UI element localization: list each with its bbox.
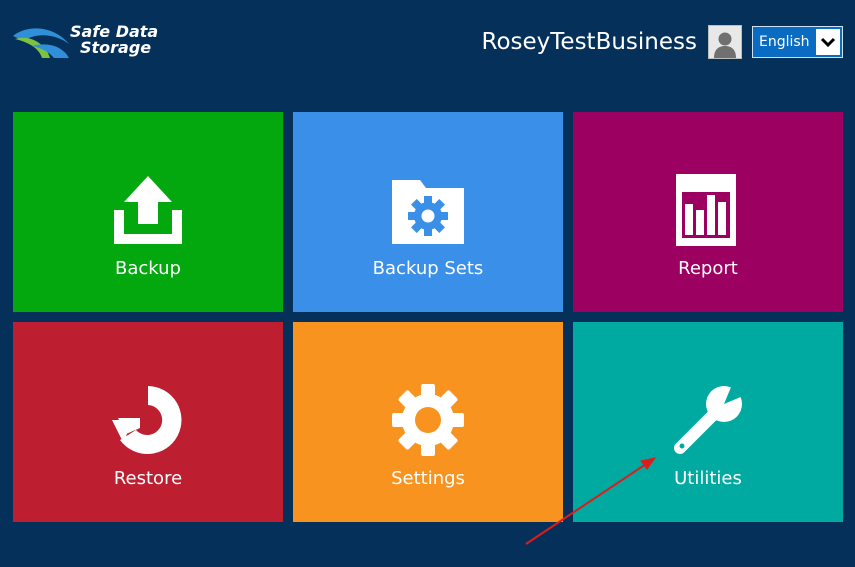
tile-backup-sets-label: Backup Sets	[372, 258, 484, 279]
tile-settings-label: Settings	[391, 468, 465, 489]
tile-utilities-label: Utilities	[674, 468, 742, 489]
tile-backup-sets[interactable]: Backup Sets	[293, 112, 563, 312]
logo: Safe Data Storage	[12, 24, 162, 60]
account-name: RoseyTestBusiness	[481, 29, 697, 55]
tile-report[interactable]: Report	[573, 112, 843, 312]
app-window: Safe Data Storage RoseyTestBusiness Engl…	[0, 0, 855, 567]
gear-icon	[392, 384, 464, 456]
tile-restore[interactable]: Restore	[13, 322, 283, 522]
logo-text: Safe Data Storage	[68, 24, 158, 56]
logo-text-line2: Storage	[80, 38, 152, 57]
wrench-icon	[672, 384, 744, 456]
user-silhouette-icon	[714, 32, 736, 58]
logo-swoosh-icon	[13, 28, 69, 58]
upload-icon	[112, 174, 184, 246]
tile-backup-label: Backup	[115, 258, 181, 279]
avatar[interactable]	[708, 25, 742, 59]
tile-restore-label: Restore	[113, 468, 183, 489]
language-select-value: English	[759, 34, 810, 50]
bar-chart-icon	[672, 174, 744, 246]
language-select[interactable]: English	[752, 26, 843, 58]
chevron-down-icon[interactable]	[816, 29, 840, 55]
tile-settings[interactable]: Settings	[293, 322, 563, 522]
tile-utilities[interactable]: Utilities	[573, 322, 843, 522]
tile-report-label: Report	[678, 258, 738, 279]
tile-backup[interactable]: Backup	[13, 112, 283, 312]
restore-icon	[112, 384, 184, 456]
folder-gear-icon	[392, 174, 464, 246]
